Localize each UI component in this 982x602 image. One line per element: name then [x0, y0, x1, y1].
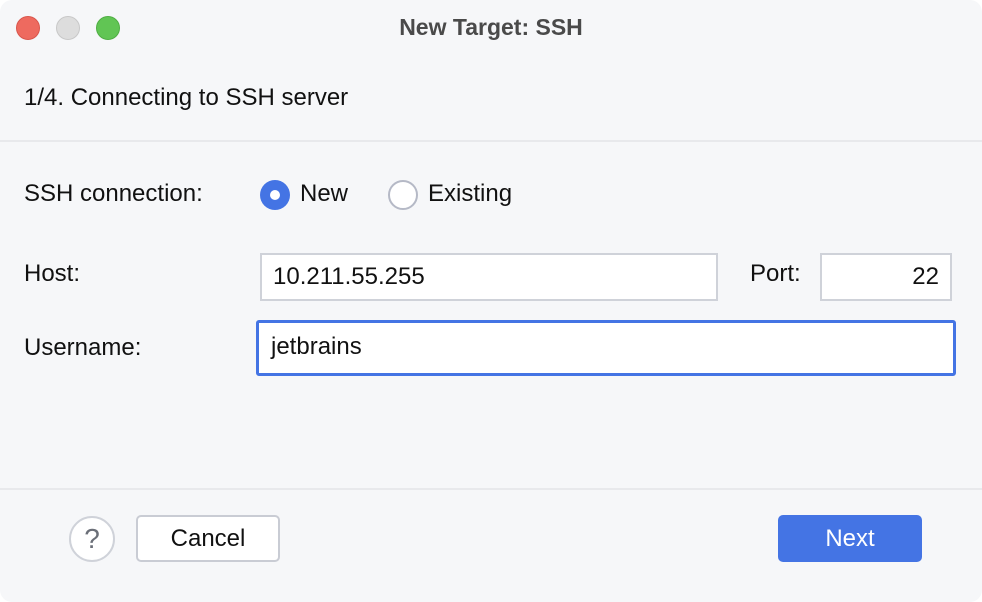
host-label: Host: [24, 260, 81, 287]
question-mark-icon: ? [84, 523, 100, 554]
ssh-connection-label: SSH connection: [24, 180, 203, 207]
radio-existing-label[interactable]: Existing [428, 180, 512, 208]
next-button[interactable]: Next [778, 515, 922, 562]
port-label: Port: [750, 260, 801, 287]
dialog-window: New Target: SSH 1/4. Connecting to SSH s… [0, 0, 982, 602]
radio-existing[interactable] [388, 180, 418, 210]
radio-new[interactable] [260, 180, 290, 210]
cancel-button[interactable]: Cancel [136, 515, 280, 562]
port-input[interactable]: 22 [820, 253, 952, 301]
radio-new-label[interactable]: New [300, 180, 348, 208]
step-heading: 1/4. Connecting to SSH server [24, 84, 349, 111]
help-button[interactable]: ? [69, 516, 115, 562]
divider [0, 140, 982, 142]
title-bar: New Target: SSH [0, 0, 982, 56]
host-input[interactable]: 10.211.55.255 [260, 253, 718, 301]
divider [0, 488, 982, 490]
username-input[interactable]: jetbrains [256, 320, 956, 376]
username-label: Username: [24, 334, 142, 361]
window-title: New Target: SSH [399, 14, 583, 40]
